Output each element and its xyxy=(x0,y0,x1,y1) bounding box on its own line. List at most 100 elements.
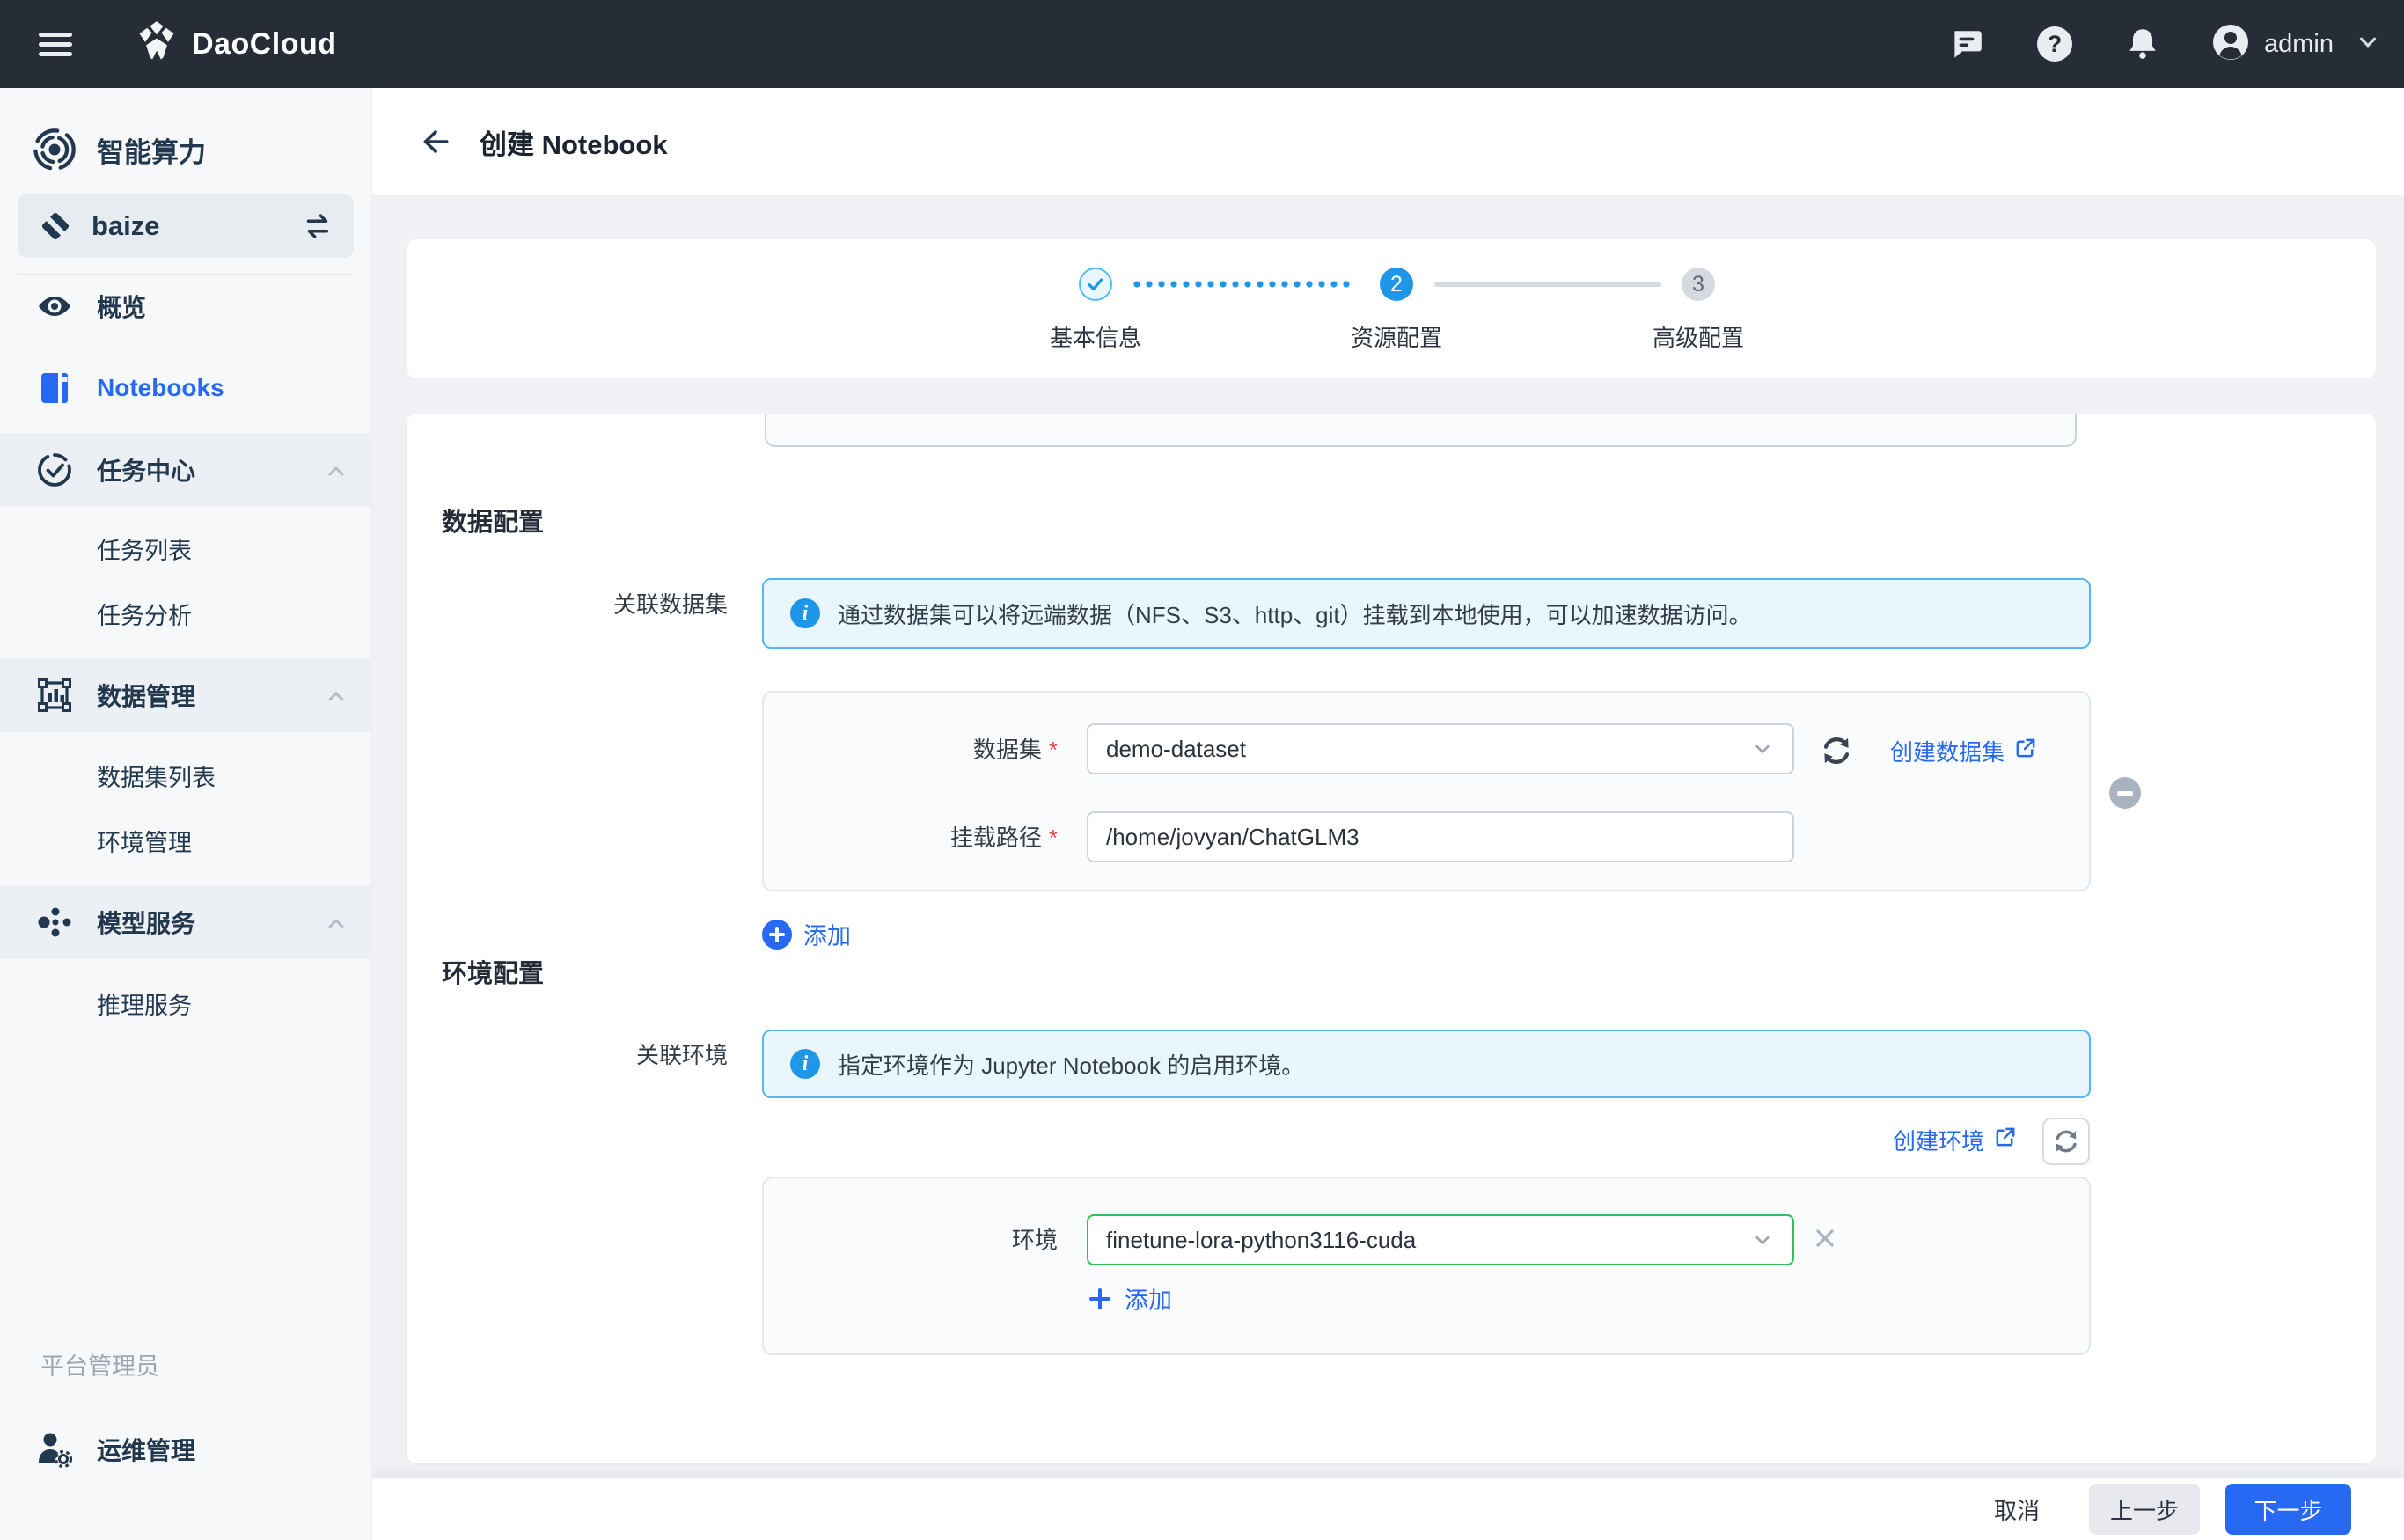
sidebar-item-label: 模型服务 xyxy=(97,905,195,940)
topbar: DaoCloud ? admin xyxy=(0,0,2404,88)
sidebar-product: 智能算力 xyxy=(0,120,371,180)
info-icon: i xyxy=(790,1049,820,1079)
workspace-icon xyxy=(37,208,74,245)
workspace-name: baize xyxy=(92,210,160,242)
sidebar-item-inference-service[interactable]: 推理服务 xyxy=(0,966,371,1040)
sidebar-item-env-management[interactable]: 环境管理 xyxy=(0,803,371,877)
menu-toggle-icon[interactable] xyxy=(39,33,72,56)
notebook-book-icon xyxy=(32,367,77,409)
role-label: 平台管理员 xyxy=(40,1347,159,1382)
sidebar-item-dataset-list[interactable]: 数据集列表 xyxy=(0,738,371,812)
task-check-icon xyxy=(32,449,77,491)
sidebar-item-label: 数据管理 xyxy=(97,678,195,713)
sidebar-item-label: 数据集列表 xyxy=(97,759,216,793)
model-cluster-icon xyxy=(32,901,77,943)
plus-circle-icon xyxy=(762,920,792,950)
notification-bell-icon[interactable] xyxy=(2123,25,2162,63)
sidebar-item-label: 环境管理 xyxy=(97,824,192,858)
dataset-info-text: 通过数据集可以将远端数据（NFS、S3、http、git）挂载到本地使用，可以加… xyxy=(838,598,1752,630)
required-mark: * xyxy=(1049,737,1058,763)
workspace-selector[interactable]: baize xyxy=(18,194,354,258)
sidebar-item-label: 任务列表 xyxy=(97,532,192,566)
create-dataset-link[interactable]: 创建数据集 xyxy=(1890,735,2037,767)
check-icon xyxy=(1084,273,1107,296)
mount-path-label: 挂载路径* xyxy=(764,821,1058,854)
linked-dataset-label: 关联数据集 xyxy=(407,588,728,621)
username: admin xyxy=(2264,30,2334,59)
sidebar: 智能算力 baize 概览 Notebooks 任务中心 任务列表 xyxy=(0,88,372,1540)
sidebar-item-label: 任务中心 xyxy=(97,452,195,488)
env-entry-card: 环境 finetune-lora-python3116-cuda 添加 xyxy=(762,1177,2091,1355)
sidebar-item-overview[interactable]: 概览 xyxy=(0,269,371,343)
sidebar-item-data-management[interactable]: 数据管理 xyxy=(0,658,371,732)
step-3-label: 高级配置 xyxy=(1593,320,1804,353)
create-env-link[interactable]: 创建环境 xyxy=(1893,1124,2017,1156)
dataset-select-value: demo-dataset xyxy=(1106,736,1246,763)
dataset-select[interactable]: demo-dataset xyxy=(1087,723,1794,774)
daocloud-logo-icon xyxy=(134,19,180,70)
sidebar-item-label: 推理服务 xyxy=(97,986,192,1021)
step-1-label: 基本信息 xyxy=(990,320,1201,353)
sidebar-item-ops-management[interactable]: 运维管理 xyxy=(0,1412,371,1486)
clear-env-icon[interactable] xyxy=(1811,1224,1839,1252)
info-icon: i xyxy=(790,598,820,628)
workspace-switch-icon[interactable] xyxy=(299,208,336,245)
help-icon[interactable]: ? xyxy=(2035,25,2074,63)
sidebar-item-task-analysis[interactable]: 任务分析 xyxy=(0,576,371,650)
main-content: 创建 Notebook 2 3 基本信息 资源配置 高级配置 数据配置 关联数据… xyxy=(372,88,2404,1540)
ai-compute-icon xyxy=(32,127,77,172)
topbar-right: ? admin xyxy=(1947,23,2404,66)
footer-actions: 取消 上一步 下一步 xyxy=(372,1478,2404,1540)
sidebar-item-task-center[interactable]: 任务中心 xyxy=(0,433,371,507)
external-link-icon xyxy=(2013,737,2037,766)
sidebar-item-label: 概览 xyxy=(97,289,146,324)
dataset-entry-card: 数据集* demo-dataset 创建数据集 xyxy=(762,691,2091,891)
page-header: 创建 Notebook xyxy=(372,88,2404,195)
stepper: 2 3 基本信息 资源配置 高级配置 xyxy=(407,239,2376,378)
step-2-label: 资源配置 xyxy=(1291,320,1502,353)
brand-name: DaoCloud xyxy=(192,27,337,62)
step-1-done[interactable] xyxy=(1079,268,1112,301)
refresh-env-button[interactable] xyxy=(2042,1118,2090,1165)
sidebar-item-model-service[interactable]: 模型服务 xyxy=(0,885,371,959)
avatar xyxy=(2211,23,2250,66)
page-title: 创建 Notebook xyxy=(480,122,668,162)
chevron-up-icon[interactable] xyxy=(324,912,348,941)
env-config-heading: 环境配置 xyxy=(442,953,544,990)
chevron-up-icon[interactable] xyxy=(324,459,348,488)
remove-dataset-button[interactable] xyxy=(2109,777,2141,809)
data-chart-icon xyxy=(32,674,77,716)
sidebar-item-label: 任务分析 xyxy=(97,597,192,631)
next-step-button[interactable]: 下一步 xyxy=(2225,1484,2351,1535)
dataset-info-banner: i 通过数据集可以将远端数据（NFS、S3、http、git）挂载到本地使用，可… xyxy=(762,578,2091,649)
env-select[interactable]: finetune-lora-python3116-cuda xyxy=(1087,1214,1794,1265)
chevron-down-icon xyxy=(2355,29,2381,60)
refresh-dataset-icon[interactable] xyxy=(1816,730,1857,771)
env-select-value: finetune-lora-python3116-cuda xyxy=(1106,1227,1416,1254)
step-3-todo[interactable]: 3 xyxy=(1682,268,1715,301)
product-title: 智能算力 xyxy=(97,130,206,170)
ops-user-gear-icon xyxy=(32,1428,77,1470)
stepper-connector-dotted xyxy=(1131,281,1355,288)
back-arrow-icon[interactable] xyxy=(416,123,453,160)
env-field-label: 环境 xyxy=(764,1223,1058,1257)
message-icon[interactable] xyxy=(1947,25,1986,63)
chevron-down-icon xyxy=(1750,737,1775,761)
chevron-up-icon[interactable] xyxy=(324,685,348,714)
sidebar-item-task-list[interactable]: 任务列表 xyxy=(0,511,371,585)
brand: DaoCloud xyxy=(134,19,337,70)
scrolled-previous-card xyxy=(765,414,2077,447)
stepper-connector-solid xyxy=(1434,282,1661,287)
sidebar-item-label: 运维管理 xyxy=(97,1432,195,1467)
form-card: 数据配置 关联数据集 i 通过数据集可以将远端数据（NFS、S3、http、gi… xyxy=(407,414,2376,1463)
previous-step-button[interactable]: 上一步 xyxy=(2089,1484,2200,1535)
user-menu[interactable]: admin xyxy=(2211,23,2381,66)
add-dataset-button[interactable]: 添加 xyxy=(762,917,851,951)
sidebar-item-notebooks[interactable]: Notebooks xyxy=(0,351,371,425)
mount-path-input[interactable] xyxy=(1087,811,1794,862)
sidebar-item-label: Notebooks xyxy=(97,374,224,402)
cancel-button[interactable]: 取消 xyxy=(1994,1493,2040,1526)
chevron-down-icon xyxy=(1750,1228,1775,1252)
add-env-button[interactable]: 添加 xyxy=(1087,1281,1172,1316)
step-2-active[interactable]: 2 xyxy=(1380,268,1413,301)
